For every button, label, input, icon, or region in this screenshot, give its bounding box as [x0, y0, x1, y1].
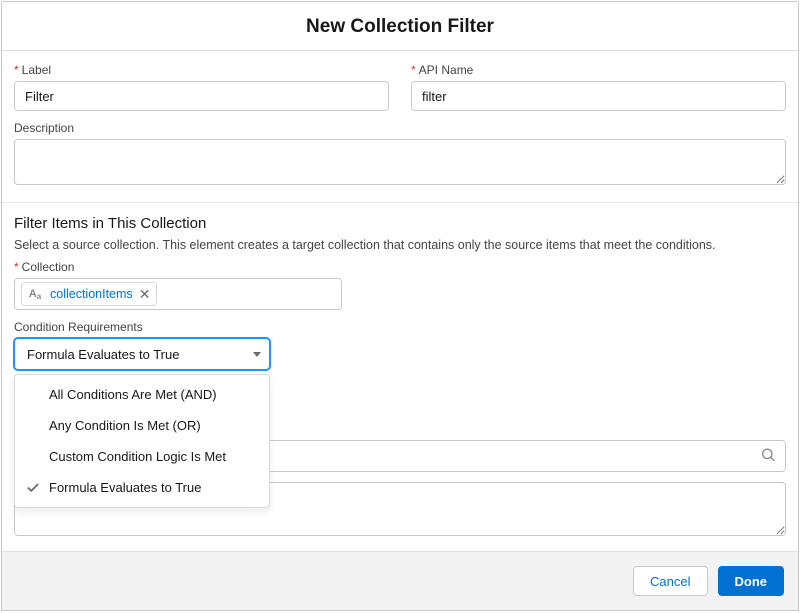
filter-items-section: Filter Items in This Collection Select a… — [2, 203, 798, 551]
option-label: Formula Evaluates to True — [49, 480, 201, 495]
check-icon — [25, 481, 41, 495]
condition-option-or[interactable]: Any Condition Is Met (OR) — [15, 410, 269, 441]
collection-field[interactable]: Aa collectionItems ✕ — [14, 278, 342, 310]
modal-header: New Collection Filter — [2, 2, 798, 51]
cancel-button[interactable]: Cancel — [633, 566, 707, 596]
condition-option-formula[interactable]: Formula Evaluates to True — [15, 472, 269, 503]
condition-option-and[interactable]: All Conditions Are Met (AND) — [15, 379, 269, 410]
condition-requirements-label: Condition Requirements — [14, 320, 786, 334]
new-collection-filter-modal: New Collection Filter Label API Name Des… — [1, 1, 799, 611]
condition-option-custom[interactable]: Custom Condition Logic Is Met — [15, 441, 269, 472]
condition-options-listbox: All Conditions Are Met (AND) Any Conditi… — [14, 374, 270, 508]
description-field-label: Description — [14, 121, 786, 135]
chevron-down-icon — [253, 352, 261, 357]
collection-field-label: Collection — [14, 260, 786, 274]
text-type-icon: Aa — [26, 285, 44, 303]
condition-requirements-combobox[interactable]: Formula Evaluates to True — [14, 338, 270, 370]
modal-title: New Collection Filter — [2, 16, 798, 38]
api-name-field-label: API Name — [411, 63, 786, 77]
option-label: All Conditions Are Met (AND) — [49, 387, 217, 402]
collection-pill-label: collectionItems — [50, 287, 133, 301]
remove-pill-icon[interactable]: ✕ — [139, 287, 151, 301]
modal-footer: Cancel Done — [2, 551, 798, 610]
description-field[interactable] — [14, 139, 786, 185]
option-label: Any Condition Is Met (OR) — [49, 418, 201, 433]
basic-fields-section: Label API Name Description — [2, 51, 798, 202]
collection-pill[interactable]: Aa collectionItems ✕ — [21, 282, 157, 306]
filter-section-help: Select a source collection. This element… — [14, 238, 786, 252]
label-field[interactable] — [14, 81, 389, 111]
done-button[interactable]: Done — [718, 566, 785, 596]
condition-selected-value: Formula Evaluates to True — [27, 347, 179, 362]
filter-section-title: Filter Items in This Collection — [14, 215, 786, 232]
option-label: Custom Condition Logic Is Met — [49, 449, 226, 464]
modal-body: Label API Name Description Filter Items … — [2, 51, 798, 551]
label-field-label: Label — [14, 63, 389, 77]
search-icon[interactable] — [760, 447, 776, 466]
api-name-field[interactable] — [411, 81, 786, 111]
